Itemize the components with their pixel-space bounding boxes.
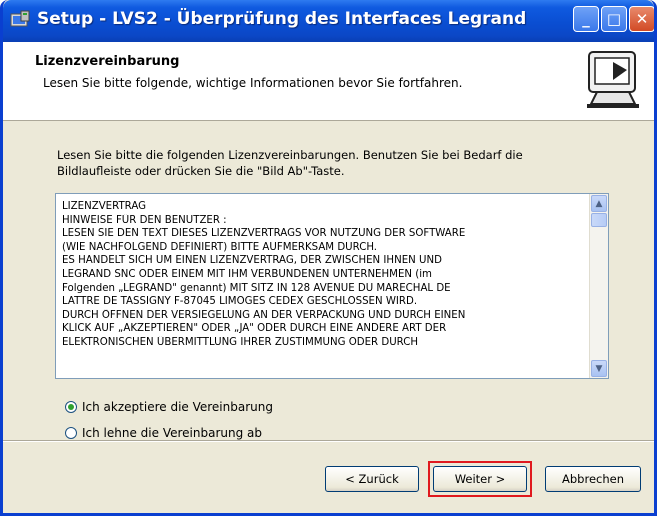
license-text: LIZENZVERTRAG HINWEISE FÜR DEN BENUTZER … [62, 200, 582, 350]
license-line: (WIE NACHFOLGEND DEFINIERT) BITTE AUFMER… [62, 241, 378, 253]
license-line: LESEN SIE DEN TEXT DIESES LIZENZVERTRAGS… [62, 228, 466, 240]
license-line: LIZENZVERTRAG [62, 201, 147, 212]
window-title: Setup - LVS2 - Überprüfung des Interface… [37, 9, 527, 29]
license-line: ELEKTRONISCHEN ÜBERMITTLUNG IHRER ZUSTIM… [62, 336, 418, 348]
minimize-button[interactable]: _ [573, 6, 599, 32]
setup-window: Setup - LVS2 - Überprüfung des Interface… [0, 0, 657, 516]
decline-radio[interactable] [65, 427, 77, 439]
wizard-content: Lesen Sie bitte die folgenden Lizenzvere… [3, 121, 654, 440]
license-scrollbar[interactable]: ▲ ▼ [589, 194, 608, 378]
back-button[interactable]: < Zurück [325, 466, 419, 492]
minimize-icon: _ [582, 10, 590, 28]
close-button[interactable]: ✕ [629, 6, 654, 32]
intro-text: Lesen Sie bitte die folgenden Lizenzvere… [57, 148, 523, 178]
license-line: ES HANDELT SICH UM EINEN LIZENZVERTRAG, … [62, 255, 442, 267]
accept-radio[interactable] [65, 401, 77, 413]
license-line: KLICK AUF „AKZEPTIEREN" ODER „JA" ODER D… [62, 323, 447, 335]
license-textbox[interactable]: LIZENZVERTRAG HINWEISE FÜR DEN BENUTZER … [55, 193, 609, 379]
wizard-header: Lizenzvereinbarung Lesen Sie bitte folge… [3, 42, 654, 121]
cancel-button[interactable]: Abbrechen [545, 466, 641, 492]
next-button-highlight [428, 461, 532, 497]
scroll-down-button[interactable]: ▼ [591, 360, 607, 377]
radio-selected-dot [68, 404, 74, 410]
scroll-up-button[interactable]: ▲ [591, 195, 607, 212]
license-line: LATTRE DE TASSIGNY F-87045 LIMOGES CEDEX… [62, 296, 418, 308]
computer-setup-icon [587, 51, 639, 108]
decline-radio-option[interactable]: Ich lehne die Vereinbarung ab [65, 426, 262, 440]
license-line: DURCH ÖFFNEN DER VERSIEGELUNG AN DER VER… [62, 309, 466, 321]
page-subtitle: Lesen Sie bitte folgende, wichtige Infor… [43, 76, 463, 90]
maximize-icon: □ [606, 10, 622, 28]
license-line: LEGRAND SNC ODER EINEM MIT IHM VERBUNDEN… [62, 268, 432, 280]
license-line: HINWEISE FÜR DEN BENUTZER : [62, 214, 227, 226]
decline-radio-label[interactable]: Ich lehne die Vereinbarung ab [82, 426, 262, 440]
scroll-thumb[interactable] [591, 213, 607, 227]
accept-radio-label[interactable]: Ich akzeptiere die Vereinbarung [82, 400, 273, 414]
license-line: Folgenden „LEGRAND" genannt) MIT SITZ IN… [62, 282, 451, 294]
accept-radio-option[interactable]: Ich akzeptiere die Vereinbarung [65, 400, 273, 414]
close-icon: ✕ [635, 10, 649, 28]
setup-app-icon [10, 10, 30, 27]
page-title: Lizenzvereinbarung [35, 54, 180, 69]
title-bar[interactable]: Setup - LVS2 - Überprüfung des Interface… [3, 0, 654, 42]
chevron-down-icon: ▼ [595, 363, 603, 374]
footer-divider [3, 440, 654, 442]
chevron-up-icon: ▲ [595, 198, 603, 209]
maximize-button[interactable]: □ [601, 6, 627, 32]
